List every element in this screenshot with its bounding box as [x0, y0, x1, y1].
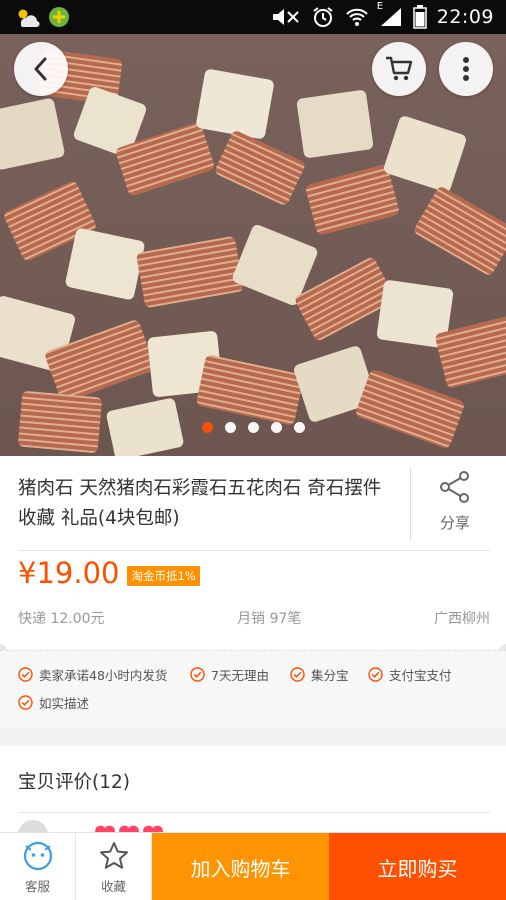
promise-item: 集分宝	[290, 665, 349, 684]
customer-service-label: 客服	[24, 878, 50, 894]
more-vertical-icon	[462, 56, 470, 82]
check-circle-icon	[18, 695, 33, 710]
customer-service-button[interactable]: 客服	[0, 833, 76, 900]
service-promises[interactable]: 卖家承诺48小时内发货 7天无理由 集分宝 支付宝支付 如实描述	[0, 650, 506, 728]
clock: 22:09	[436, 6, 494, 28]
carousel-dot[interactable]	[293, 422, 305, 433]
coin-discount-badge: 淘金币抵1%	[127, 566, 200, 586]
carousel-dot[interactable]	[247, 422, 259, 433]
divider	[18, 550, 490, 551]
alarm-icon	[311, 5, 335, 29]
promise-item: 支付宝支付	[368, 665, 452, 684]
check-circle-icon	[190, 667, 205, 682]
promise-item: 卖家承诺48小时内发货	[18, 665, 167, 684]
title-row: 猪肉石 天然猪肉石彩霞石五花肉石 奇石摆件 收藏 礼品(4块包邮) 分享	[0, 456, 506, 550]
product-image-carousel[interactable]	[0, 34, 506, 456]
more-button[interactable]	[439, 42, 493, 96]
share-icon	[438, 470, 472, 504]
promise-item: 如实描述	[18, 693, 89, 712]
mute-icon	[271, 7, 301, 27]
app-notification-icon	[48, 6, 70, 28]
back-button[interactable]	[14, 42, 68, 96]
divider	[18, 812, 490, 813]
price: ¥19.00	[18, 556, 120, 590]
battery-icon	[412, 5, 427, 29]
reviews-section[interactable]: 宝贝评价(12)	[0, 746, 506, 850]
product-photo	[0, 34, 506, 456]
favorite-button[interactable]: 收藏	[76, 833, 152, 900]
chevron-left-icon	[30, 56, 52, 82]
share-button[interactable]: 分享	[420, 470, 490, 533]
buy-now-button[interactable]: 立即购买	[329, 833, 506, 900]
carousel-dot[interactable]	[270, 422, 282, 433]
share-label: 分享	[439, 514, 470, 532]
promise-label: 7天无理由	[211, 668, 269, 683]
carousel-dot[interactable]	[224, 422, 236, 433]
carousel-indicator	[0, 422, 506, 433]
bottom-action-bar: 客服 收藏 加入购物车 立即购买	[0, 832, 506, 900]
check-circle-icon	[368, 667, 383, 682]
product-title: 猪肉石 天然猪肉石彩霞石五花肉石 奇石摆件 收藏 礼品(4块包邮)	[18, 478, 382, 529]
check-circle-icon	[290, 667, 305, 682]
divider	[410, 468, 411, 540]
price-row: ¥19.00 淘金币抵1%	[18, 556, 200, 590]
promise-label: 集分宝	[311, 668, 349, 683]
promise-label: 支付宝支付	[389, 668, 452, 683]
reviews-title: 宝贝评价(12)	[18, 772, 130, 793]
promise-label: 如实描述	[39, 696, 90, 711]
check-circle-icon	[18, 667, 33, 682]
monthly-sales: 月销 97笔	[237, 611, 302, 627]
signal-icon: E	[377, 1, 403, 27]
cart-icon	[384, 55, 414, 83]
promise-label: 卖家承诺48小时内发货	[39, 668, 168, 683]
product-info: 猪肉石 天然猪肉石彩霞石五花肉石 奇石摆件 收藏 礼品(4块包邮) 分享 ¥19…	[0, 456, 506, 728]
wifi-icon	[345, 7, 369, 27]
weather-icon	[14, 6, 40, 28]
network-type: E	[376, 1, 384, 12]
add-to-cart-button[interactable]: 加入购物车	[152, 833, 329, 900]
carousel-dot[interactable]	[201, 422, 213, 433]
customer-service-icon	[22, 840, 54, 872]
star-icon	[98, 840, 130, 872]
favorite-label: 收藏	[100, 878, 126, 894]
meta-row: 快递 12.00元 月销 97笔 广西柳州	[18, 608, 490, 628]
promise-item: 7天无理由	[190, 665, 269, 684]
status-bar: E 22:09	[0, 0, 506, 34]
cart-button[interactable]	[372, 42, 426, 96]
shipping-fee: 快递 12.00元	[18, 611, 105, 627]
location: 广西柳州	[433, 611, 490, 627]
